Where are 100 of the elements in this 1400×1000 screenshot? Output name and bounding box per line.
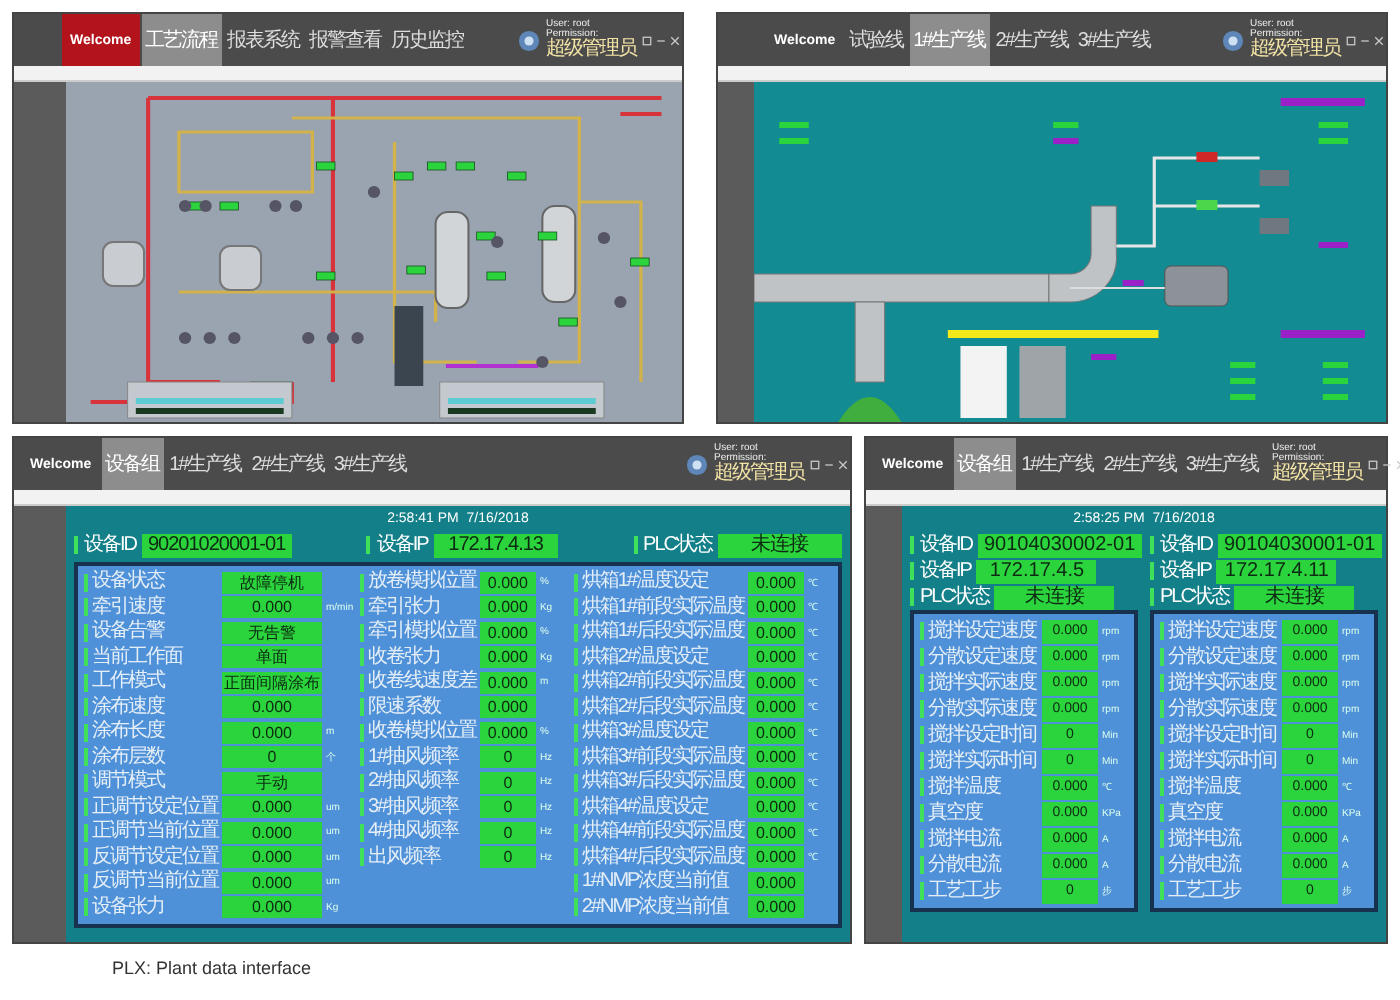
field-label: 搅拌设定时间 bbox=[928, 723, 1038, 747]
permission-value: 超级管理员 bbox=[1250, 40, 1340, 61]
logo-icon bbox=[1222, 29, 1244, 51]
maximize-icon[interactable] bbox=[810, 459, 820, 469]
nav-tab[interactable]: 试验线 bbox=[845, 14, 908, 66]
nav-tab[interactable]: 设备组 bbox=[953, 438, 1016, 490]
value-display: 0.000 bbox=[748, 771, 804, 794]
field-label: 烘箱3#后段实际温度 bbox=[581, 770, 744, 795]
close-icon[interactable] bbox=[838, 459, 848, 469]
field-label: 3#抽风频率 bbox=[367, 795, 461, 819]
value-display: 0.000 bbox=[222, 821, 322, 844]
field-label: 当前工作面 bbox=[92, 645, 185, 669]
field-label: 收卷线速度差 bbox=[367, 670, 476, 695]
permission-value: 超级管理员 bbox=[1271, 464, 1362, 485]
minimize-icon[interactable] bbox=[1381, 459, 1392, 469]
caption: PLX: Plant data interface bbox=[110, 956, 314, 980]
close-icon[interactable] bbox=[670, 35, 680, 45]
value-display: 90201020001-01 bbox=[142, 533, 292, 557]
value-display: 0.000 bbox=[479, 571, 536, 594]
value-display: 未连接 bbox=[717, 533, 842, 557]
field-label: 1#NMP浓度当前值 bbox=[581, 870, 732, 895]
nav-tab[interactable]: 3#生产线 bbox=[329, 438, 410, 490]
field-label: 设备ID bbox=[84, 533, 136, 557]
field-label: 4#抽风频率 bbox=[367, 820, 461, 845]
nav-tab[interactable]: 1#生产线 bbox=[1017, 438, 1098, 490]
field-label: 搅拌实际时间 bbox=[1168, 749, 1278, 773]
value-display: 0 bbox=[479, 846, 536, 869]
nav-tab[interactable]: 3#生产线 bbox=[1073, 14, 1154, 66]
value-display: 0.000 bbox=[222, 596, 322, 619]
nav-tab[interactable]: 报警查看 bbox=[305, 14, 386, 66]
logo-icon bbox=[518, 29, 540, 51]
field-label: 设备IP bbox=[920, 559, 971, 583]
field-label: 搅拌电流 bbox=[928, 827, 1003, 851]
field-label: 收卷张力 bbox=[367, 645, 442, 669]
value-display: 0 bbox=[479, 821, 536, 844]
value-display: 0.000 bbox=[222, 846, 322, 869]
field-label: PLC状态 bbox=[920, 585, 989, 609]
value-display: 0 bbox=[479, 771, 536, 794]
close-icon[interactable] bbox=[1374, 35, 1384, 45]
nav-tab[interactable]: 历史监控 bbox=[387, 14, 468, 66]
value-display: 90104030002-01 bbox=[978, 533, 1142, 557]
field-label: 设备告警 bbox=[92, 620, 167, 645]
value-display: 未连接 bbox=[994, 585, 1115, 609]
field-label: 搅拌实际速度 bbox=[928, 671, 1038, 695]
value-display: 0.000 bbox=[479, 696, 536, 719]
field-label: 搅拌实际时间 bbox=[928, 749, 1038, 773]
maximize-icon[interactable] bbox=[1346, 35, 1356, 45]
field-label: 烘箱1#前段实际温度 bbox=[581, 595, 744, 619]
nav-tab[interactable]: 2#生产线 bbox=[247, 438, 328, 490]
value-display: 0.000 bbox=[222, 796, 322, 819]
field-label: 设备状态 bbox=[92, 570, 167, 595]
nav-tab[interactable]: 1#生产线 bbox=[165, 438, 246, 490]
field-label: 搅拌温度 bbox=[928, 775, 1003, 799]
field-label: 分散设定速度 bbox=[928, 645, 1038, 669]
value-display: 无告警 bbox=[222, 621, 322, 644]
nav-tab[interactable]: 设备组 bbox=[101, 438, 164, 490]
field-label: 分散实际速度 bbox=[1168, 697, 1278, 721]
field-label: 烘箱4#温度设定 bbox=[581, 795, 711, 819]
value-display: 172.17.4.13 bbox=[433, 533, 558, 557]
field-label: 烘箱2#前段实际温度 bbox=[581, 670, 744, 695]
value-display: 0.000 bbox=[748, 721, 804, 744]
logo-icon bbox=[686, 453, 708, 475]
field-label: 正调节设定位置 bbox=[92, 795, 218, 819]
nav-tab[interactable]: 2#生产线 bbox=[1099, 438, 1180, 490]
value-display: 0.000 bbox=[222, 871, 322, 894]
nav-tab[interactable]: 3#生产线 bbox=[1181, 438, 1262, 490]
value-display: 故障停机 bbox=[222, 571, 322, 594]
value-display: 0.000 bbox=[222, 696, 322, 719]
field-label: 烘箱4#前段实际温度 bbox=[581, 820, 744, 845]
field-label: 工艺工步 bbox=[928, 879, 1003, 903]
field-label: 烘箱2#温度设定 bbox=[581, 645, 711, 669]
value-display: 0.000 bbox=[748, 571, 804, 594]
value-display: 0.000 bbox=[748, 796, 804, 819]
field-label: 烘箱3#温度设定 bbox=[581, 720, 711, 745]
maximize-icon[interactable] bbox=[1367, 459, 1378, 469]
value-display: 未连接 bbox=[1234, 585, 1355, 609]
field-label: 2#抽风频率 bbox=[367, 770, 461, 795]
field-label: 搅拌设定时间 bbox=[1168, 723, 1278, 747]
field-label: 烘箱3#前段实际温度 bbox=[581, 745, 744, 769]
value-display: 0.000 bbox=[748, 821, 804, 844]
field-label: 工艺工步 bbox=[1168, 879, 1243, 903]
value-display: 手动 bbox=[222, 771, 322, 794]
value-display: 0.000 bbox=[748, 646, 804, 669]
field-label: 涂布长度 bbox=[92, 720, 167, 745]
field-label: 出风频率 bbox=[367, 845, 443, 870]
value-display: 0.000 bbox=[748, 596, 804, 619]
permission-value: 超级管理员 bbox=[714, 464, 804, 485]
value-display: 0.000 bbox=[479, 621, 536, 644]
value-display: 0 bbox=[222, 746, 322, 769]
field-label: 放卷模拟位置 bbox=[367, 570, 476, 595]
nav-tab[interactable]: 工艺流程 bbox=[141, 14, 222, 66]
field-label: 设备IP bbox=[376, 533, 428, 557]
value-display: 0.000 bbox=[222, 896, 322, 919]
permission-value: 超级管理员 bbox=[546, 40, 636, 61]
maximize-icon[interactable] bbox=[642, 35, 652, 45]
nav-tab[interactable]: 2#生产线 bbox=[991, 14, 1072, 66]
nav-tab[interactable]: 1#生产线 bbox=[909, 14, 990, 66]
nav-tab[interactable]: 报表系统 bbox=[223, 14, 304, 66]
field-label: 涂布速度 bbox=[92, 695, 167, 719]
field-label: 工作模式 bbox=[92, 670, 167, 695]
